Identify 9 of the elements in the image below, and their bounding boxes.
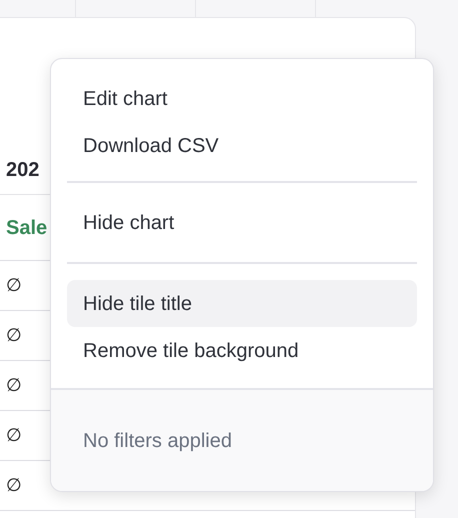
column-header: Sale	[6, 216, 48, 240]
table-cell-text: ∅	[6, 424, 22, 447]
table-cell-text: ∅	[6, 274, 22, 297]
table-cell-text: ∅	[6, 374, 22, 397]
table-cell-text: ∅	[6, 324, 22, 347]
menu-item[interactable]: Hide tile title	[67, 280, 417, 327]
filter-status: No filters applied	[83, 428, 232, 454]
table-cell-text: ∅	[6, 474, 22, 497]
tile-title: 202	[6, 158, 40, 183]
